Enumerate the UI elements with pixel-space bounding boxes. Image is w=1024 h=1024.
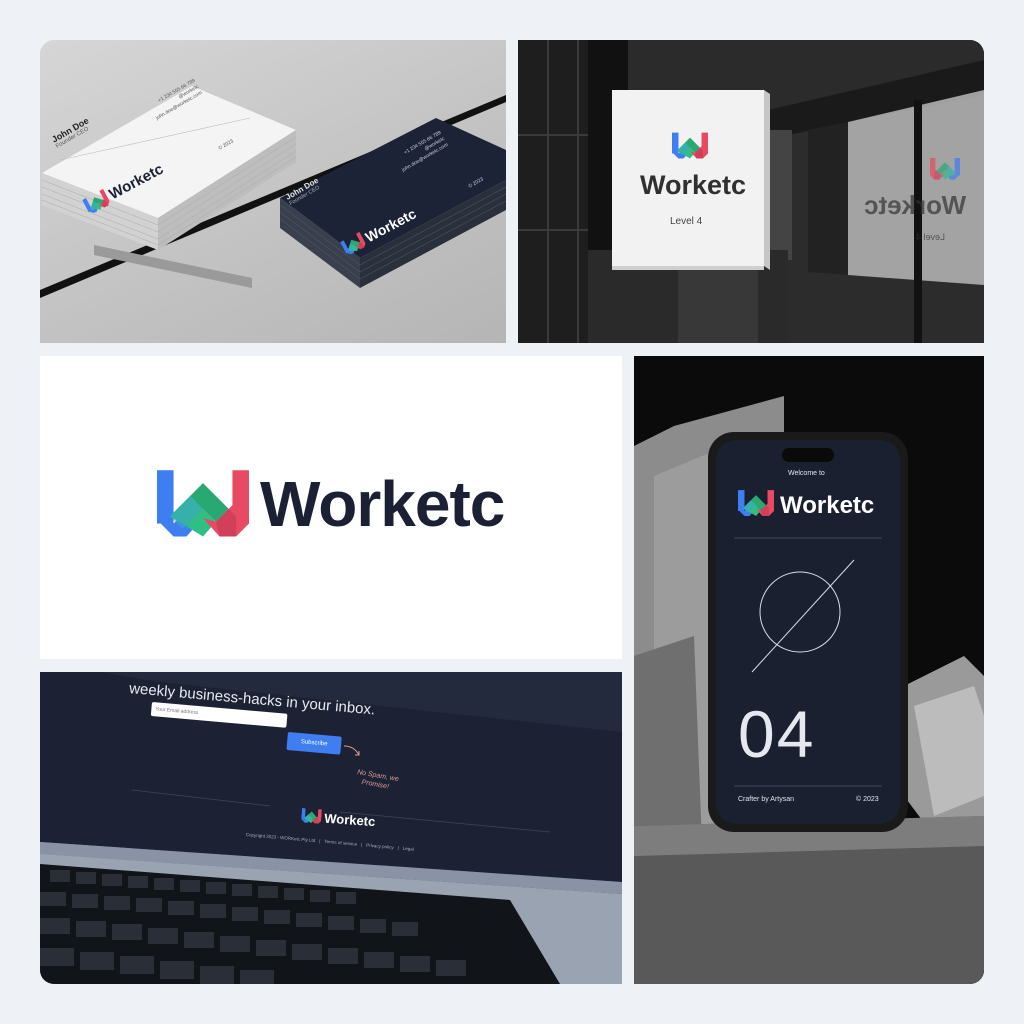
worketc-logo-icon	[301, 808, 322, 825]
sign-brand-name: Worketc	[640, 170, 747, 200]
laptop-body	[40, 672, 622, 984]
storefront-sign-mockup: Worketc Level 4 Worketc Level 4	[518, 40, 984, 343]
phone-number: 04	[738, 697, 816, 771]
phone-logo-icon	[738, 490, 774, 519]
sign-subtitle: Level 4	[670, 216, 703, 227]
phone-brand-name: Worketc	[780, 492, 875, 519]
sign-reflection-icon	[930, 158, 960, 182]
sign-reflection: Worketc	[864, 190, 967, 220]
arrow-doodle-icon	[343, 745, 360, 756]
phone-footer-right: © 2023	[856, 796, 879, 803]
phone-mockup: Welcome to Worketc 04 Crafter by Artysan…	[634, 356, 984, 984]
sign-logo-icon	[672, 132, 708, 162]
footer-link-legal[interactable]: Legal	[403, 846, 414, 852]
sign-reflection-subtitle: Level 4	[916, 232, 946, 242]
business-card-mockup: John Doe Founder CEO +1 234 555 66 789 @…	[40, 40, 506, 343]
stone-backdrop	[634, 356, 984, 984]
primary-logo-panel: Worketc	[40, 356, 622, 659]
main-logo-icon	[157, 470, 249, 544]
main-brand-name: Worketc	[260, 468, 505, 540]
phone-welcome-text: Welcome to	[788, 470, 825, 477]
phone-footer-left: Crafter by Artysan	[738, 796, 795, 803]
laptop-mockup: weekly business-hacks in your inbox. Sub…	[40, 672, 622, 984]
